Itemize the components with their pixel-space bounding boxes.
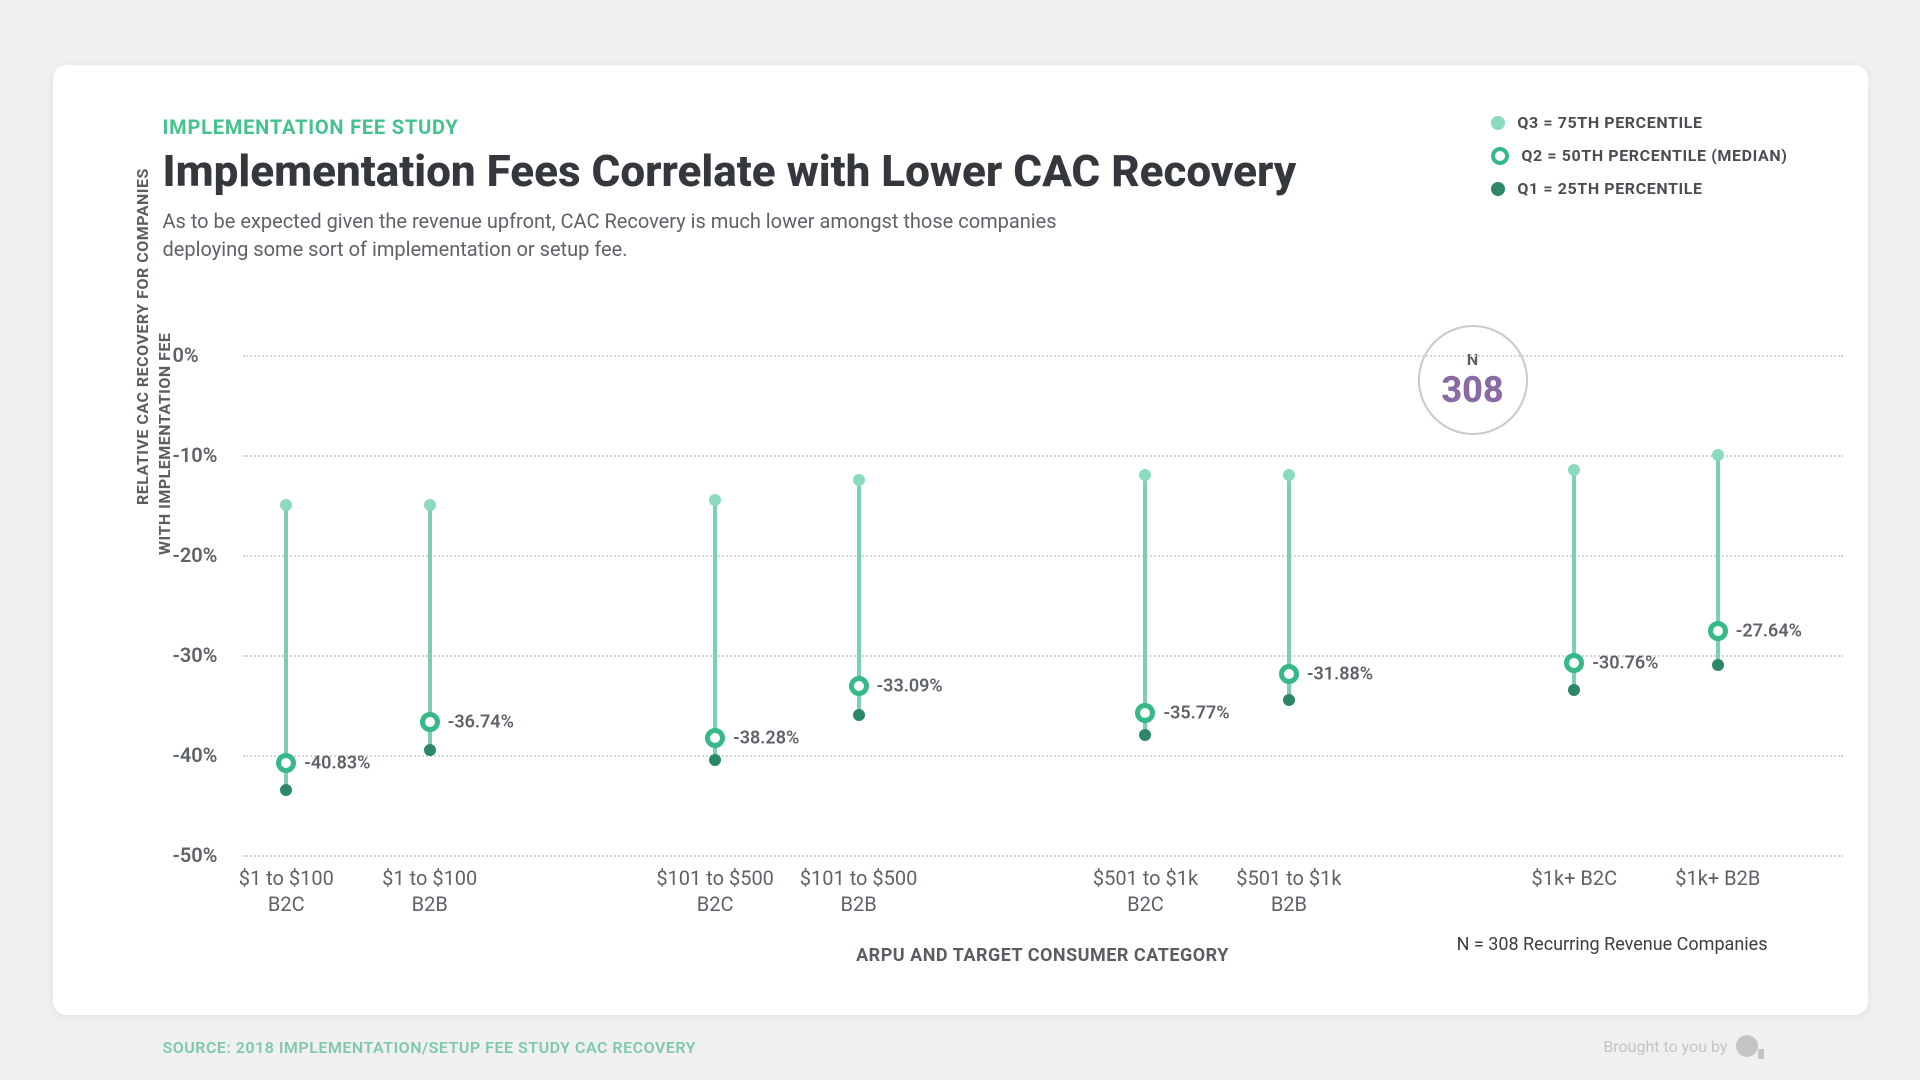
median-label: -27.64% bbox=[1736, 621, 1802, 642]
q2-median-dot-icon bbox=[1564, 653, 1584, 673]
q2-median-dot-icon bbox=[1708, 621, 1728, 641]
q1-dot-icon bbox=[280, 784, 292, 796]
q3-dot-icon bbox=[853, 474, 865, 486]
q1-dot-icon bbox=[1568, 684, 1580, 696]
y-tick-label: -10% bbox=[173, 443, 218, 467]
x-axis-label: ARPU AND TARGET CONSUMER CATEGORY bbox=[856, 945, 1229, 966]
x-category-label: $501 to $1kB2C bbox=[1093, 865, 1198, 917]
q1-dot-icon bbox=[853, 709, 865, 721]
swatch-q3-icon bbox=[1491, 116, 1505, 130]
x-category-label: $101 to $500B2B bbox=[800, 865, 918, 917]
legend-q2-label: Q2 = 50TH PERCENTILE (MEDIAN) bbox=[1521, 146, 1787, 165]
q1-dot-icon bbox=[1139, 729, 1151, 741]
brought-by: Brought to you by bbox=[1603, 1035, 1757, 1057]
q3-dot-icon bbox=[1139, 469, 1151, 481]
y-axis-label-line2: WITH IMPLEMENTATION FEE bbox=[155, 333, 174, 555]
median-label: -31.88% bbox=[1307, 663, 1373, 684]
series-line bbox=[284, 505, 288, 790]
q2-median-dot-icon bbox=[420, 712, 440, 732]
gridline bbox=[243, 455, 1843, 457]
q2-median-dot-icon bbox=[849, 676, 869, 696]
median-label: -36.74% bbox=[448, 712, 514, 733]
y-tick-label: -30% bbox=[173, 643, 218, 667]
q3-dot-icon bbox=[1283, 469, 1295, 481]
swatch-q2-icon bbox=[1491, 147, 1509, 165]
swatch-q1-icon bbox=[1491, 182, 1505, 196]
legend-q2: Q2 = 50TH PERCENTILE (MEDIAN) bbox=[1491, 146, 1787, 165]
median-label: -30.76% bbox=[1592, 652, 1658, 673]
legend-q3-label: Q3 = 75TH PERCENTILE bbox=[1517, 113, 1702, 132]
x-category-label: $1k+ B2C bbox=[1531, 865, 1617, 891]
gridline bbox=[243, 355, 1843, 357]
x-category-label: $1k+ B2B bbox=[1675, 865, 1760, 891]
gridline bbox=[243, 555, 1843, 557]
q3-dot-icon bbox=[709, 494, 721, 506]
q3-dot-icon bbox=[280, 499, 292, 511]
y-axis-label-line1: RELATIVE CAC RECOVERY FOR COMPANIES bbox=[133, 168, 152, 505]
subtitle: As to be expected given the revenue upfr… bbox=[163, 207, 1063, 263]
legend: Q3 = 75TH PERCENTILE Q2 = 50TH PERCENTIL… bbox=[1491, 113, 1787, 212]
q2-median-dot-icon bbox=[276, 753, 296, 773]
chart-card: IMPLEMENTATION FEE STUDY Implementation … bbox=[53, 65, 1868, 1015]
series-line bbox=[1143, 475, 1147, 735]
x-category-label: $1 to $100B2B bbox=[382, 865, 477, 917]
median-label: -38.28% bbox=[733, 727, 799, 748]
q2-median-dot-icon bbox=[1135, 703, 1155, 723]
x-category-label: $101 to $500B2C bbox=[656, 865, 774, 917]
y-tick-label: -50% bbox=[173, 843, 218, 867]
q1-dot-icon bbox=[1712, 659, 1724, 671]
q3-dot-icon bbox=[1712, 449, 1724, 461]
plot-area: ARPU AND TARGET CONSUMER CATEGORY 0%-10%… bbox=[243, 355, 1843, 855]
median-label: -35.77% bbox=[1163, 702, 1229, 723]
q2-median-dot-icon bbox=[705, 728, 725, 748]
y-tick-label: 0% bbox=[173, 343, 199, 367]
y-tick-label: -40% bbox=[173, 743, 218, 767]
gridline bbox=[243, 755, 1843, 757]
legend-q1: Q1 = 25TH PERCENTILE bbox=[1491, 179, 1787, 198]
q3-dot-icon bbox=[1568, 464, 1580, 476]
legend-q1-label: Q1 = 25TH PERCENTILE bbox=[1517, 179, 1702, 198]
q2-median-dot-icon bbox=[1279, 664, 1299, 684]
q3-dot-icon bbox=[424, 499, 436, 511]
q1-dot-icon bbox=[709, 754, 721, 766]
x-category-label: $501 to $1kB2B bbox=[1236, 865, 1341, 917]
brought-by-label: Brought to you by bbox=[1603, 1037, 1727, 1056]
source-note: SOURCE: 2018 IMPLEMENTATION/SETUP FEE ST… bbox=[163, 1038, 696, 1057]
q1-dot-icon bbox=[1283, 694, 1295, 706]
y-tick-label: -20% bbox=[173, 543, 218, 567]
logo-icon bbox=[1736, 1035, 1758, 1057]
x-category-label: $1 to $100B2C bbox=[239, 865, 334, 917]
q1-dot-icon bbox=[424, 744, 436, 756]
median-label: -40.83% bbox=[304, 753, 370, 774]
legend-q3: Q3 = 75TH PERCENTILE bbox=[1491, 113, 1787, 132]
series-line bbox=[713, 500, 717, 760]
gridline bbox=[243, 855, 1843, 857]
median-label: -33.09% bbox=[877, 675, 943, 696]
n-note: N = 308 Recurring Revenue Companies bbox=[1457, 934, 1768, 955]
